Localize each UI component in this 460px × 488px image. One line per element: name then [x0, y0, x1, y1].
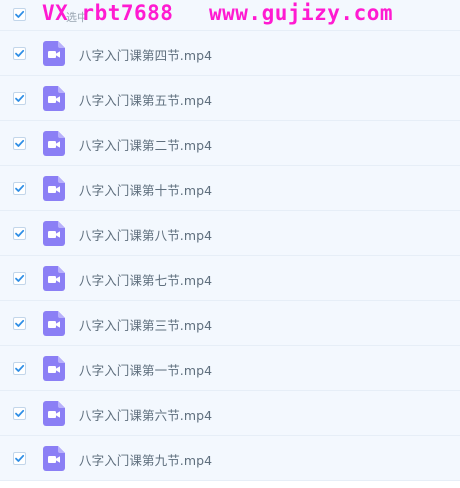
file-row[interactable]: 八字入门课第九节.mp4	[0, 436, 460, 481]
file-checkbox[interactable]	[13, 407, 26, 420]
checkmark-icon	[15, 229, 25, 237]
file-name[interactable]: 八字入门课第九节.mp4	[79, 450, 212, 469]
file-checkbox[interactable]	[13, 362, 26, 375]
file-checkbox[interactable]	[13, 92, 26, 105]
checkmark-icon	[15, 139, 25, 147]
file-name[interactable]: 八字入门课第十节.mp4	[79, 180, 212, 199]
file-name[interactable]: 八字入门课第二节.mp4	[79, 135, 212, 154]
file-checkbox[interactable]	[13, 47, 26, 60]
checkmark-icon	[15, 319, 25, 327]
file-row[interactable]: 八字入门课第四节.mp4	[0, 31, 460, 76]
video-file-icon	[43, 176, 65, 201]
select-all-checkbox[interactable]	[13, 8, 26, 21]
file-row[interactable]: 八字入门课第十节.mp4	[0, 166, 460, 211]
video-file-icon	[43, 41, 65, 66]
checkmark-icon	[15, 184, 25, 192]
file-checkbox[interactable]	[13, 317, 26, 330]
file-row[interactable]: 八字入门课第八节.mp4	[0, 211, 460, 256]
select-all-label: 选中	[66, 11, 88, 24]
file-checkbox[interactable]	[13, 272, 26, 285]
checkmark-icon	[15, 10, 25, 18]
file-checkbox[interactable]	[13, 182, 26, 195]
file-checkbox[interactable]	[13, 227, 26, 240]
file-name[interactable]: 八字入门课第一节.mp4	[79, 360, 212, 379]
checkmark-icon	[15, 454, 25, 462]
file-checkbox[interactable]	[13, 452, 26, 465]
file-checkbox[interactable]	[13, 137, 26, 150]
checkmark-icon	[15, 364, 25, 372]
file-name[interactable]: 八字入门课第八节.mp4	[79, 225, 212, 244]
checkmark-icon	[15, 49, 25, 57]
file-row[interactable]: 八字入门课第一节.mp4	[0, 346, 460, 391]
file-name[interactable]: 八字入门课第六节.mp4	[79, 405, 212, 424]
file-row[interactable]: 八字入门课第七节.mp4	[0, 256, 460, 301]
checkmark-icon	[15, 94, 25, 102]
select-all-row[interactable]: 选中	[0, 0, 460, 31]
file-row[interactable]: 八字入门课第六节.mp4	[0, 391, 460, 436]
video-file-icon	[43, 266, 65, 291]
video-file-icon	[43, 221, 65, 246]
file-name[interactable]: 八字入门课第四节.mp4	[79, 45, 212, 64]
file-row[interactable]: 八字入门课第三节.mp4	[0, 301, 460, 346]
file-list: 选中 八字入门课第四节.mp4 八字入门课第五节.mp4 八字入门课第二节.mp4 八…	[0, 0, 460, 488]
file-name[interactable]: 八字入门课第三节.mp4	[79, 315, 212, 334]
video-file-icon	[43, 446, 65, 471]
checkmark-icon	[15, 409, 25, 417]
video-file-icon	[43, 131, 65, 156]
file-name[interactable]: 八字入门课第七节.mp4	[79, 270, 212, 289]
file-row[interactable]: 八字入门课第二节.mp4	[0, 121, 460, 166]
video-file-icon	[43, 356, 65, 381]
video-file-icon	[43, 401, 65, 426]
video-file-icon	[43, 311, 65, 336]
video-file-icon	[43, 86, 65, 111]
checkmark-icon	[15, 274, 25, 282]
file-name[interactable]: 八字入门课第五节.mp4	[79, 90, 212, 109]
file-row[interactable]: 八字入门课第五节.mp4	[0, 76, 460, 121]
